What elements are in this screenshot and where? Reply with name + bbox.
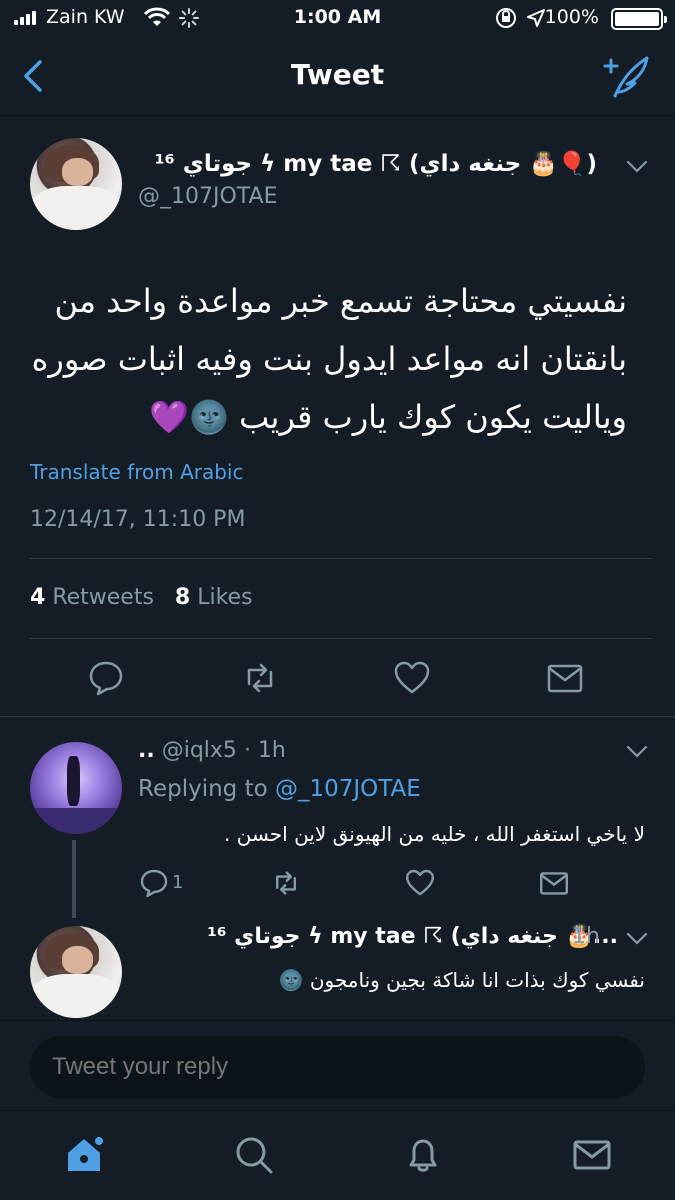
like-icon[interactable] — [392, 658, 432, 698]
reply-header: جوتاي ¹⁶ ϟ my tae ☈ (جنغه داي 🎂... — [138, 924, 618, 949]
page-title: Tweet — [290, 58, 385, 91]
tweet-text: نفسيتي محتاجة تسمع خبر مواعدة واحد من با… — [20, 272, 627, 446]
retweets-count[interactable]: 4 — [30, 585, 45, 610]
messages-icon[interactable] — [570, 1133, 614, 1177]
nav-bar: Tweet — [0, 38, 675, 116]
divider — [30, 558, 652, 559]
retweet-icon[interactable] — [240, 658, 280, 698]
divider — [0, 716, 675, 717]
reply-display-name[interactable]: جوتاي ¹⁶ ϟ my tae ☈ (جنغه داي 🎂... — [207, 924, 618, 949]
tweet-text-line: نفسيتي محتاجة تسمع خبر مواعدة واحد من — [54, 282, 627, 320]
retweets-label[interactable]: Retweets — [52, 585, 154, 610]
search-icon[interactable] — [232, 1133, 276, 1177]
battery-percent: 100% — [544, 6, 599, 28]
reply-display-name[interactable]: .. — [138, 738, 155, 763]
author-handle[interactable]: @_107JOTAE — [138, 184, 277, 209]
likes-label[interactable]: Likes — [197, 585, 252, 610]
battery-icon — [611, 8, 667, 30]
reply-handle[interactable]: @iqlx5 — [162, 738, 237, 763]
compose-tweet-icon[interactable] — [601, 54, 651, 98]
replying-to-handle[interactable]: @_107JOTAE — [275, 776, 421, 802]
tweet-text-line: بانقتان انه مواعد ايدول بنت وفيه اثبات ص… — [31, 340, 627, 378]
reply-avatar[interactable] — [30, 742, 122, 834]
divider — [30, 638, 652, 639]
retweet-icon[interactable] — [270, 867, 302, 899]
reply-text: لا ياخي استغفر الله ، خليه من الهيونق لا… — [224, 822, 645, 846]
replying-to: Replying to @_107JOTAE — [138, 776, 421, 802]
replying-to-prefix: Replying to — [138, 776, 268, 802]
tab-bar — [0, 1110, 675, 1200]
tweet-text-line: وياليت يكون كوك يارب قريب 🌚💜 — [149, 398, 627, 436]
chevron-down-icon[interactable] — [626, 932, 648, 946]
tweet-timestamp: 12/14/17, 11:10 PM — [30, 507, 246, 532]
like-icon[interactable] — [404, 867, 436, 899]
reply-bar — [0, 1020, 675, 1120]
dm-icon[interactable] — [538, 867, 570, 899]
thread-connector — [72, 840, 76, 918]
translate-link[interactable]: Translate from Arabic — [30, 460, 243, 484]
reply-avatar[interactable] — [30, 926, 122, 1018]
divider — [0, 1020, 675, 1021]
reply-input[interactable] — [30, 1036, 645, 1098]
author-display-name[interactable]: جوتاي ¹⁶ ϟ my tae ☈ (جنغه داي 🎂🎈) — [155, 150, 597, 177]
reply-header: .. @iqlx5 · 1h — [138, 738, 286, 763]
status-bar: Zain KW 1:00 AM 100% — [0, 0, 675, 38]
reply-icon[interactable] — [86, 658, 126, 698]
engagement-counts: 4 Retweets 8 Likes — [30, 585, 253, 610]
likes-count[interactable]: 8 — [175, 585, 190, 610]
chevron-down-icon[interactable] — [626, 160, 648, 174]
chevron-down-icon[interactable] — [626, 745, 648, 759]
notifications-icon[interactable] — [401, 1133, 445, 1177]
reply-text: نفسي كوك بذات انا شاكة بجين ونامجون 🌚 — [278, 968, 645, 992]
reply-time: · 1h — [243, 738, 286, 763]
home-icon[interactable] — [62, 1133, 106, 1177]
reply-icon[interactable] — [138, 867, 170, 899]
author-avatar[interactable] — [30, 138, 122, 230]
reply-time: 1h — [572, 924, 600, 949]
reply-count: 1 — [172, 872, 184, 893]
dm-icon[interactable] — [545, 658, 585, 698]
